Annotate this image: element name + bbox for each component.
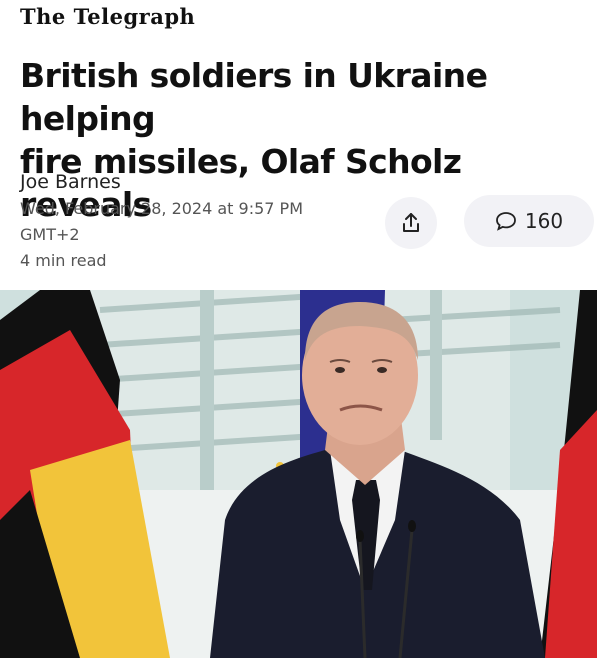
read-time: 4 min read bbox=[20, 251, 107, 270]
headline-line-1: British soldiers in Ukraine helping bbox=[20, 56, 488, 138]
share-icon bbox=[403, 213, 419, 232]
author-name[interactable]: Joe Barnes bbox=[20, 171, 121, 193]
comment-count: 160 bbox=[524, 209, 564, 233]
article-photo[interactable] bbox=[0, 290, 597, 658]
publish-date: Wed, February 28, 2024 at 9:57 PM bbox=[20, 199, 304, 218]
comments-button[interactable]: 160 bbox=[464, 195, 594, 247]
scholz-press-conference-image bbox=[0, 290, 597, 658]
publish-timezone: GMT+2 bbox=[20, 225, 80, 244]
comment-bubble-icon bbox=[496, 212, 516, 231]
share-button[interactable] bbox=[385, 197, 437, 249]
masthead-logo[interactable]: The Telegraph bbox=[20, 4, 195, 29]
